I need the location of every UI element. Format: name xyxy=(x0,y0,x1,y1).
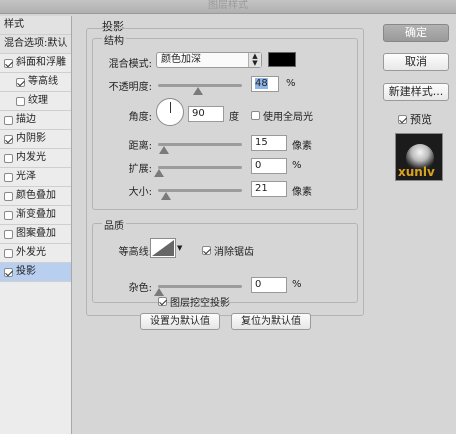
opacity-slider-handle[interactable] xyxy=(193,87,204,95)
sidebar-item-outer-glow[interactable]: 外发光 xyxy=(0,244,71,263)
title-bar: 图层样式 xyxy=(0,0,456,14)
noise-slider[interactable] xyxy=(158,285,242,288)
size-label: 大小: xyxy=(128,187,152,198)
reset-default-button[interactable]: 复位为默认值 xyxy=(231,313,311,330)
checkbox[interactable] xyxy=(4,210,13,220)
antialias-checkbox[interactable]: 消除锯齿 xyxy=(202,243,254,258)
style-list-header[interactable]: 样式 xyxy=(0,16,71,35)
size-slider-handle[interactable] xyxy=(161,192,171,200)
checkbox[interactable] xyxy=(4,267,13,277)
spread-input[interactable]: 0 xyxy=(251,158,287,174)
make-default-button[interactable]: 设置为默认值 xyxy=(140,313,220,330)
spread-slider[interactable] xyxy=(158,166,242,169)
chevron-down-icon[interactable]: ▼ xyxy=(177,244,182,252)
checkbox[interactable] xyxy=(4,229,13,239)
knockout-checkbox[interactable]: 图层挖空投影 xyxy=(158,294,230,309)
checkbox[interactable] xyxy=(16,77,25,87)
distance-input[interactable]: 15 xyxy=(251,135,287,151)
contour-label: 等高线: xyxy=(118,247,152,258)
checkbox[interactable] xyxy=(4,115,13,125)
size-input[interactable]: 21 xyxy=(251,181,287,197)
sidebar-item-stroke[interactable]: 描边 xyxy=(0,111,71,130)
checkbox[interactable] xyxy=(4,153,13,163)
distance-unit: 像素 xyxy=(292,141,312,152)
noise-label: 杂色: xyxy=(128,283,152,294)
distance-label: 距离: xyxy=(128,141,152,152)
new-style-button[interactable]: 新建样式... xyxy=(383,83,449,101)
angle-unit: 度 xyxy=(229,112,239,123)
opacity-label: 不透明度: xyxy=(108,82,152,93)
checkbox[interactable] xyxy=(16,96,25,106)
angle-dial[interactable] xyxy=(156,98,184,126)
sidebar-item-gradient-overlay[interactable]: 渐变叠加 xyxy=(0,206,71,225)
checkbox[interactable] xyxy=(4,134,13,144)
spread-unit: % xyxy=(292,160,302,171)
sidebar-item-inner-glow[interactable]: 内发光 xyxy=(0,149,71,168)
opacity-unit: % xyxy=(286,78,296,89)
style-list: 样式 混合选项:默认 斜面和浮雕 等高线 纹理 描边 内阴影 内发光 光泽 颜色… xyxy=(0,16,72,434)
blend-mode-select[interactable]: 颜色加深 ▲ ▼ xyxy=(156,52,262,68)
contour-picker[interactable] xyxy=(150,238,176,258)
watermark: xunlv xyxy=(398,165,435,179)
distance-slider[interactable] xyxy=(158,143,242,146)
spread-label: 扩展: xyxy=(128,164,152,175)
checkbox[interactable] xyxy=(4,191,13,201)
blending-options-item[interactable]: 混合选项:默认 xyxy=(0,35,71,54)
checkbox[interactable] xyxy=(158,297,167,306)
opacity-input[interactable]: 48 xyxy=(251,76,279,92)
sidebar-item-satin[interactable]: 光泽 xyxy=(0,168,71,187)
structure-title: 结构 xyxy=(102,32,126,47)
sidebar-item-texture[interactable]: 纹理 xyxy=(0,92,71,111)
shadow-color-swatch[interactable] xyxy=(268,52,296,67)
checkbox[interactable] xyxy=(4,248,13,258)
sidebar-item-contour[interactable]: 等高线 xyxy=(0,73,71,92)
preview-checkbox[interactable]: 预览 xyxy=(398,111,432,127)
angle-hand xyxy=(170,102,171,113)
noise-input[interactable]: 0 xyxy=(251,277,287,293)
global-light-checkbox[interactable]: 使用全局光 xyxy=(251,108,313,123)
sidebar-item-drop-shadow[interactable]: 投影 xyxy=(0,263,71,282)
quality-title: 品质 xyxy=(102,217,126,232)
checkbox[interactable] xyxy=(398,114,407,124)
distance-slider-handle[interactable] xyxy=(159,146,169,154)
angle-input[interactable]: 90 xyxy=(188,106,224,122)
checkbox[interactable] xyxy=(251,111,260,120)
sidebar-item-bevel-emboss[interactable]: 斜面和浮雕 xyxy=(0,54,71,73)
checkbox[interactable] xyxy=(4,58,13,68)
blend-mode-label: 混合模式: xyxy=(108,59,152,70)
noise-unit: % xyxy=(292,279,302,290)
sidebar-item-inner-shadow[interactable]: 内阴影 xyxy=(0,130,71,149)
size-unit: 像素 xyxy=(292,187,312,198)
sidebar-item-pattern-overlay[interactable]: 图案叠加 xyxy=(0,225,71,244)
window-title: 图层样式 xyxy=(208,0,248,11)
drop-shadow-panel: 投影 结构 混合模式: 颜色加深 ▲ ▼ 不透明度: 48 % 角度: 90 度 … xyxy=(80,16,370,434)
checkbox[interactable] xyxy=(202,246,211,255)
chevron-updown-icon: ▲ ▼ xyxy=(248,53,261,67)
spread-slider-handle[interactable] xyxy=(154,169,164,177)
angle-label: 角度: xyxy=(128,112,152,123)
checkbox[interactable] xyxy=(4,172,13,182)
cancel-button[interactable]: 取消 xyxy=(383,53,449,71)
ok-button[interactable]: 确定 xyxy=(383,24,449,42)
contour-curve-icon xyxy=(152,240,174,256)
sidebar-item-color-overlay[interactable]: 颜色叠加 xyxy=(0,187,71,206)
